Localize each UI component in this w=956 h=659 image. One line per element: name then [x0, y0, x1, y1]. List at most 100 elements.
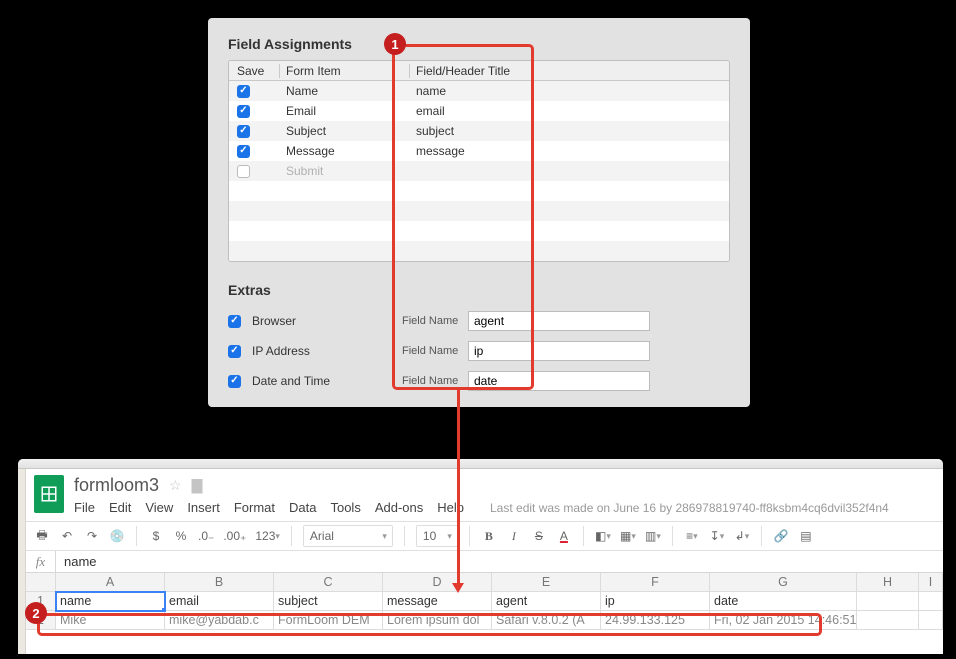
table-row[interactable]: Submit: [229, 161, 729, 181]
col-header[interactable]: B: [165, 573, 274, 592]
col-header[interactable]: H: [857, 573, 919, 592]
comment-icon[interactable]: ▤: [798, 529, 814, 543]
col-form-header[interactable]: Form Item: [279, 64, 409, 78]
cell[interactable]: agent: [492, 592, 601, 611]
cell[interactable]: Mike: [56, 611, 165, 630]
cell[interactable]: Fri, 02 Jan 2015 14:46:51 +0000: [710, 611, 857, 630]
save-checkbox[interactable]: [237, 105, 250, 118]
redo-icon[interactable]: ↷: [84, 529, 100, 543]
save-checkbox[interactable]: [237, 145, 250, 158]
field-name-input[interactable]: [468, 341, 650, 361]
cell[interactable]: message: [383, 592, 492, 611]
font-size-select[interactable]: 10: [416, 525, 458, 547]
cell[interactable]: Lorem ipsum dol: [383, 611, 492, 630]
row-header[interactable]: 2: [26, 611, 56, 630]
star-icon[interactable]: ☆: [169, 477, 182, 494]
col-header[interactable]: A: [56, 573, 165, 592]
cell[interactable]: FormLoom DEM: [274, 611, 383, 630]
folder-icon[interactable]: ▇: [192, 477, 203, 494]
sheets-logo-icon[interactable]: [34, 475, 64, 513]
cell[interactable]: [919, 592, 943, 611]
cell[interactable]: [857, 611, 919, 630]
cell[interactable]: [919, 611, 943, 630]
save-checkbox[interactable]: [237, 85, 250, 98]
row-header[interactable]: 1: [26, 592, 56, 611]
menubar: File Edit View Insert Format Data Tools …: [74, 496, 889, 521]
col-header[interactable]: C: [274, 573, 383, 592]
menu-insert[interactable]: Insert: [187, 500, 220, 515]
table-row[interactable]: Message message: [229, 141, 729, 161]
print-icon[interactable]: 🖶: [34, 526, 50, 547]
currency-icon[interactable]: $: [148, 529, 164, 543]
extra-checkbox[interactable]: [228, 375, 241, 388]
table-row[interactable]: Email email: [229, 101, 729, 121]
cell[interactable]: [857, 592, 919, 611]
col-header[interactable]: G: [710, 573, 857, 592]
menu-data[interactable]: Data: [289, 500, 316, 515]
save-checkbox[interactable]: [237, 165, 250, 178]
more-formats-button[interactable]: 123: [255, 529, 280, 543]
extra-checkbox[interactable]: [228, 345, 241, 358]
strike-icon[interactable]: S: [531, 529, 547, 543]
col-header[interactable]: E: [492, 573, 601, 592]
cell[interactable]: 24.99.133.125: [601, 611, 710, 630]
percent-icon[interactable]: %: [173, 529, 189, 543]
dec-decrease-icon[interactable]: .0₋: [198, 529, 214, 543]
col-save-header[interactable]: Save: [229, 64, 279, 78]
fill-color-icon[interactable]: ◧: [595, 529, 611, 543]
dec-increase-icon[interactable]: .00₊: [223, 529, 246, 543]
table-row[interactable]: Subject subject: [229, 121, 729, 141]
link-icon[interactable]: 🔗: [773, 529, 789, 543]
menu-tools[interactable]: Tools: [330, 500, 360, 515]
cell[interactable]: name: [56, 592, 165, 611]
cell[interactable]: ip: [601, 592, 710, 611]
col-field-header[interactable]: Field/Header Title: [409, 64, 729, 78]
borders-icon[interactable]: ▦: [620, 529, 636, 543]
field-title-cell[interactable]: name: [409, 84, 729, 98]
browser-left-strip: [18, 469, 26, 654]
field-title-cell[interactable]: message: [409, 144, 729, 158]
menu-addons[interactable]: Add-ons: [375, 500, 423, 515]
table-row[interactable]: Name name: [229, 81, 729, 101]
save-checkbox[interactable]: [237, 125, 250, 138]
field-title-cell[interactable]: subject: [409, 124, 729, 138]
font-select[interactable]: Arial: [303, 525, 393, 547]
spreadsheet-grid[interactable]: A B C D E F G H I 1 name email subject m…: [26, 573, 943, 630]
doc-title[interactable]: formloom3: [74, 475, 159, 496]
menu-view[interactable]: View: [145, 500, 173, 515]
extra-checkbox[interactable]: [228, 315, 241, 328]
valign-icon[interactable]: ↧: [709, 529, 725, 543]
cell[interactable]: date: [710, 592, 857, 611]
cell[interactable]: email: [165, 592, 274, 611]
field-name-input[interactable]: [468, 371, 650, 391]
last-edit-text[interactable]: Last edit was made on June 16 by 2869788…: [490, 501, 889, 515]
text-color-icon[interactable]: A: [556, 529, 572, 543]
italic-icon[interactable]: I: [506, 529, 522, 544]
field-name-input[interactable]: [468, 311, 650, 331]
bold-icon[interactable]: B: [481, 529, 497, 544]
menu-file[interactable]: File: [74, 500, 95, 515]
merge-icon[interactable]: ▥: [645, 529, 661, 543]
field-title-cell[interactable]: email: [409, 104, 729, 118]
cell[interactable]: Safari v.8.0.2 (A: [492, 611, 601, 630]
wrap-icon[interactable]: ↲: [734, 529, 750, 543]
col-header[interactable]: F: [601, 573, 710, 592]
undo-icon[interactable]: ↶: [59, 529, 75, 543]
fx-icon: fx: [26, 551, 56, 572]
col-header[interactable]: I: [919, 573, 943, 592]
spreadsheet-window: formloom3 ☆ ▇ File Edit View Insert Form…: [18, 459, 943, 654]
paint-format-icon[interactable]: 💿: [109, 529, 125, 543]
field-name-label: Field Name: [402, 345, 468, 357]
window-chrome: [18, 459, 943, 469]
menu-format[interactable]: Format: [234, 500, 275, 515]
field-assignments-table: Save Form Item Field/Header Title Name n…: [228, 60, 730, 262]
menu-edit[interactable]: Edit: [109, 500, 131, 515]
halign-icon[interactable]: ≡: [684, 529, 700, 543]
cell[interactable]: subject: [274, 592, 383, 611]
cell[interactable]: mike@yabdab.c: [165, 611, 274, 630]
formula-input[interactable]: name: [56, 554, 97, 569]
form-item-cell: Email: [279, 104, 409, 118]
col-header[interactable]: D: [383, 573, 492, 592]
select-all-cell[interactable]: [26, 573, 56, 592]
extra-label: IP Address: [252, 344, 402, 358]
